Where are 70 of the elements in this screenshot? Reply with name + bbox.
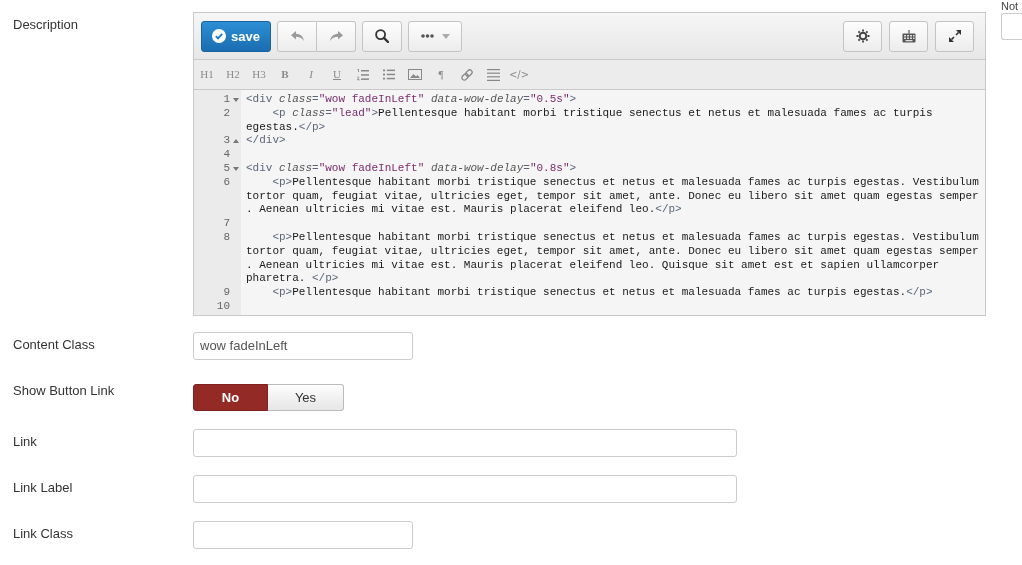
settings-icon bbox=[855, 29, 870, 43]
code-line: <div class="wow fadeInLeft" data-wow-delay="0.5s"> bbox=[246, 93, 577, 107]
code-line: tortor quam, feugiat vitae, ultricies eget, tempor sit amet, ante. Donec eu libero sit amet quam egestas semper bbox=[246, 189, 979, 204]
code-line: . Aenean ultricies mi vitae est. Mauris placerat eleifend leo.</p> bbox=[246, 203, 683, 218]
code-line: </div> bbox=[246, 134, 286, 149]
undo-button[interactable] bbox=[277, 20, 317, 52]
line-number: 7 bbox=[223, 217, 230, 231]
field-label: Link bbox=[13, 432, 38, 451]
caret-down-icon bbox=[441, 33, 450, 39]
line-number: 9 bbox=[223, 286, 230, 300]
image-icon[interactable] bbox=[408, 69, 422, 80]
keyboard-button[interactable] bbox=[889, 20, 928, 52]
numbered-list-icon[interactable] bbox=[357, 68, 369, 81]
source-code-button[interactable]: </> bbox=[507, 68, 531, 81]
line-number: 5 bbox=[223, 162, 230, 176]
ellipsis-icon bbox=[420, 34, 434, 38]
line-number: 3 bbox=[223, 134, 230, 149]
toggle-option-button[interactable]: Yes bbox=[268, 383, 344, 411]
bold-button[interactable]: B bbox=[280, 68, 290, 81]
line-number: 10 bbox=[216, 299, 230, 314]
field-label: Content Class bbox=[13, 335, 96, 354]
expand-icon bbox=[948, 30, 961, 42]
fold-caret-down-icon[interactable] bbox=[232, 97, 239, 102]
input-field[interactable] bbox=[1001, 13, 1022, 40]
code-line: <p>Pellentesque habitant morbi tristique senectus et netus et malesuada fames ac turpis egestas.</p> bbox=[271, 286, 933, 300]
settings-button[interactable] bbox=[843, 20, 882, 52]
heading-button[interactable]: H1 bbox=[199, 68, 215, 81]
field-label: Link Label bbox=[13, 478, 74, 497]
heading-button[interactable]: H3 bbox=[251, 68, 267, 81]
code-line: egestas.</p> bbox=[246, 120, 327, 135]
code-line: <p>Pellentesque habitant morbi tristique senectus et netus et malesuada fames ac turpis egestas. Vestibulum bbox=[271, 230, 979, 245]
toggle-option-button[interactable]: No bbox=[193, 383, 268, 411]
undo-icon bbox=[290, 31, 304, 41]
input-field[interactable] bbox=[193, 428, 737, 457]
search-icon bbox=[375, 29, 389, 43]
code-line: tortor quam, feugiat vitae, ultricies eget, tempor sit amet, ante. Donec eu libero sit amet quam egestas semper bbox=[246, 244, 979, 259]
bullet-list-icon[interactable] bbox=[383, 69, 395, 80]
code-line: <p class="lead">Pellentesque habitant morbi tristique senectus et netus et malesuada fames ac turpis bbox=[271, 106, 933, 121]
italic-button[interactable]: I bbox=[308, 68, 314, 81]
check-circle-icon bbox=[212, 29, 227, 43]
more-options-button[interactable] bbox=[408, 20, 462, 52]
fold-caret-down-icon[interactable] bbox=[232, 166, 239, 171]
line-number: 8 bbox=[223, 230, 230, 245]
save-button[interactable]: save bbox=[201, 20, 271, 52]
input-field[interactable] bbox=[193, 520, 413, 549]
paragraph-button[interactable]: ¶ bbox=[437, 68, 445, 81]
field-label: Not bbox=[1001, 0, 1020, 12]
keyboard-icon bbox=[901, 29, 916, 43]
line-number: 4 bbox=[223, 148, 230, 162]
input-field[interactable]: wow fadeInLeft bbox=[193, 331, 413, 360]
input-field[interactable] bbox=[193, 474, 737, 503]
redo-icon bbox=[329, 31, 343, 41]
line-number: 6 bbox=[223, 175, 230, 190]
fullscreen-button[interactable] bbox=[935, 20, 974, 52]
code-line: pharetra. </p> bbox=[246, 272, 340, 287]
search-button[interactable] bbox=[362, 20, 402, 52]
line-number: 1 bbox=[223, 93, 230, 107]
field-label: Show Button Link bbox=[13, 381, 116, 400]
underline-button[interactable]: U bbox=[332, 68, 342, 81]
field-label: Description bbox=[13, 16, 80, 34]
redo-button[interactable] bbox=[317, 20, 356, 52]
heading-button[interactable]: H2 bbox=[225, 68, 241, 81]
link-icon[interactable] bbox=[460, 67, 474, 82]
horizontal-rule-icon[interactable] bbox=[486, 68, 500, 81]
code-line: . Aenean ultricies mi vitae est. Mauris placerat eleifend leo. Quisque sit amet est et sapien ullamcorper bbox=[246, 258, 941, 273]
code-line: <p>Pellentesque habitant morbi tristique senectus et netus et malesuada fames ac turpis egestas. Vestibulum bbox=[271, 175, 979, 190]
code-line: <div class="wow fadeInLeft" data-wow-delay="0.8s"> bbox=[246, 162, 577, 176]
field-label: Link Class bbox=[13, 524, 74, 543]
fold-caret-up-icon[interactable] bbox=[232, 139, 239, 144]
line-number: 2 bbox=[223, 106, 230, 121]
